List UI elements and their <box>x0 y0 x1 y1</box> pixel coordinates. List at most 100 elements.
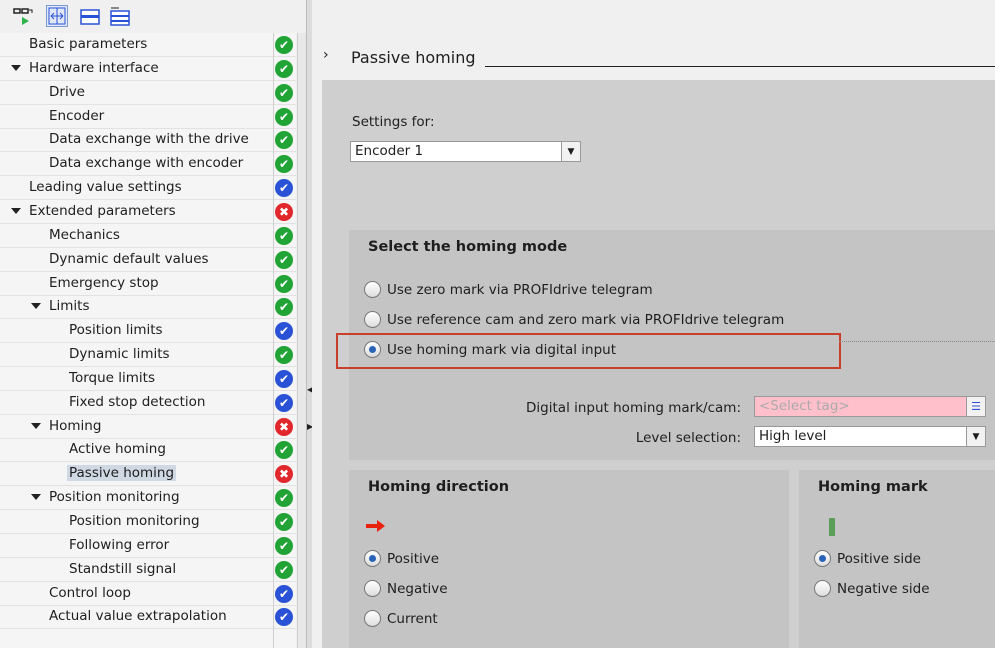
radio-button[interactable] <box>364 311 381 328</box>
radio-label: Use reference cam and zero mark via PROF… <box>387 311 785 328</box>
check-status-icon: ✔ <box>275 560 293 579</box>
tree-item[interactable]: Fixed stop detection ✔ <box>0 391 296 415</box>
tree-item[interactable]: Emergency stop ✔ <box>0 272 296 296</box>
check-status-icon: ✔ <box>275 83 293 102</box>
settings-panel: Settings for: Encoder 1 ▼ Select the hom… <box>322 80 995 648</box>
level-selection-label: Level selection: <box>635 430 741 446</box>
tree-item-label: Following error <box>69 536 170 553</box>
radio-button[interactable] <box>814 580 831 597</box>
check-status-icon: ✔ <box>275 36 293 54</box>
radio-button[interactable] <box>364 610 381 627</box>
navigation-tree: Basic parameters ✔ Hardware interface ✔ Driv… <box>0 33 296 648</box>
error-status-icon: ✖ <box>275 417 293 436</box>
tree-item[interactable]: Hardware interface ✔ <box>0 57 296 81</box>
radio-button[interactable] <box>364 550 381 567</box>
tree-item-label: Leading value settings <box>29 179 182 196</box>
divider <box>273 33 274 648</box>
tree-item[interactable]: Torque limits ✔ <box>0 367 296 391</box>
folder-tree-icon[interactable] <box>109 5 131 27</box>
radio-option[interactable]: Current <box>364 610 438 627</box>
radio-option[interactable]: Positive side <box>814 550 921 567</box>
level-selection-value: High level <box>759 428 827 444</box>
check-status-icon: ✔ <box>275 179 293 198</box>
tree-item-label: Mechanics <box>49 226 120 243</box>
radio-option[interactable]: Use reference cam and zero mark via PROF… <box>364 311 784 328</box>
tree-item-label: Homing <box>49 417 102 434</box>
tree-item-label: Passive homing <box>67 465 177 482</box>
tree-item[interactable]: Extended parameters ✖ <box>0 200 296 224</box>
digital-input-placeholder: <Select tag> <box>759 398 850 414</box>
radio-label: Negative <box>387 580 448 597</box>
error-status-icon: ✖ <box>275 202 293 221</box>
tree-item[interactable]: Encoder ✔ <box>0 105 296 129</box>
tag-list-icon[interactable]: ☰ <box>966 397 985 416</box>
homing-mode-title: Select the homing mode <box>368 239 568 255</box>
tree-item-label: Active homing <box>69 441 166 458</box>
radio-label: Current <box>387 610 438 627</box>
tree-item[interactable]: Homing ✖ <box>0 415 296 439</box>
expand-triangle-icon[interactable] <box>11 207 21 214</box>
glasses-run-icon[interactable] <box>12 5 34 27</box>
digital-input-field[interactable]: <Select tag> ☰ <box>754 396 986 417</box>
check-status-icon: ✔ <box>275 107 293 126</box>
tree-item[interactable]: Data exchange with encoder ✔ <box>0 152 296 177</box>
settings-for-dropdown[interactable]: Encoder 1 ▼ <box>350 141 581 162</box>
homing-mark-title: Homing mark <box>818 479 928 495</box>
error-status-icon: ✖ <box>275 465 293 484</box>
highlight-box <box>336 333 841 369</box>
tree-item-label: Position monitoring <box>69 513 200 529</box>
section-chevron-icon[interactable]: › <box>323 47 329 63</box>
check-status-icon: ✔ <box>275 346 293 365</box>
tree-scrollbar[interactable] <box>297 33 306 648</box>
tree-item-label: Hardware interface <box>29 59 159 76</box>
radio-option[interactable]: Positive <box>364 550 439 567</box>
check-status-icon: ✔ <box>275 584 293 603</box>
expand-triangle-icon[interactable] <box>11 64 21 71</box>
radio-button[interactable] <box>364 281 381 298</box>
tree-item-label: Extended parameters <box>29 202 176 219</box>
folder-icon[interactable] <box>79 5 101 27</box>
tree-item[interactable]: Data exchange with the drive ✔ <box>0 128 296 153</box>
tree-item[interactable]: Control loop ✔ <box>0 582 296 606</box>
tree-item[interactable]: Position monitoring ✔ <box>0 486 296 511</box>
tree-item[interactable]: Drive ✔ <box>0 81 296 105</box>
tree-item-label: Position limits <box>69 322 163 339</box>
tree-item-label: Control loop <box>49 584 131 601</box>
chevron-down-icon[interactable]: ▼ <box>966 427 985 446</box>
radio-option[interactable]: Negative side <box>814 580 930 597</box>
tree-item[interactable]: Basic parameters ✔ <box>0 33 296 57</box>
tree-item[interactable]: Leading value settings ✔ <box>0 176 296 201</box>
tree-item[interactable]: Dynamic limits ✔ <box>0 343 296 368</box>
check-status-icon: ✔ <box>275 369 293 388</box>
tree-item[interactable]: Position monitoring ✔ <box>0 510 296 534</box>
title-rule <box>485 66 995 67</box>
tree-item-label: Fixed stop detection <box>69 393 206 410</box>
check-status-icon: ✔ <box>275 513 293 531</box>
tree-item-label: Actual value extrapolation <box>49 608 227 625</box>
radio-option[interactable]: Negative <box>364 580 448 597</box>
tree-item[interactable]: Following error ✔ <box>0 534 296 558</box>
radio-option[interactable]: Use zero mark via PROFIdrive telegram <box>364 281 653 298</box>
tree-item[interactable]: Position limits ✔ <box>0 319 296 344</box>
expand-triangle-icon[interactable] <box>31 422 41 429</box>
tree-item[interactable]: Actual value extrapolation ✔ <box>0 605 296 630</box>
tree-item[interactable]: Dynamic default values ✔ <box>0 248 296 272</box>
expand-triangle-icon[interactable] <box>31 303 41 310</box>
page-title: Passive homing <box>351 48 476 67</box>
tree-item-label: Torque limits <box>69 369 155 386</box>
chevron-down-icon[interactable]: ▼ <box>561 142 580 161</box>
tree-item-label: Dynamic limits <box>69 346 170 363</box>
tree-item[interactable]: Passive homing ✖ <box>0 462 296 487</box>
dotted-rule <box>839 341 995 342</box>
tree-item[interactable]: Limits ✔ <box>0 295 296 320</box>
level-selection-dropdown[interactable]: High level ▼ <box>754 426 986 447</box>
tree-item[interactable]: Active homing ✔ <box>0 438 296 463</box>
fit-width-icon[interactable] <box>46 5 68 27</box>
tree-item[interactable]: Standstill signal ✔ <box>0 558 296 582</box>
radio-button[interactable] <box>364 580 381 597</box>
expand-triangle-icon[interactable] <box>31 494 41 501</box>
tree-item[interactable]: Mechanics ✔ <box>0 224 296 248</box>
radio-button[interactable] <box>814 550 831 567</box>
check-status-icon: ✔ <box>275 393 293 412</box>
tree-item-label: Basic parameters <box>29 36 148 52</box>
